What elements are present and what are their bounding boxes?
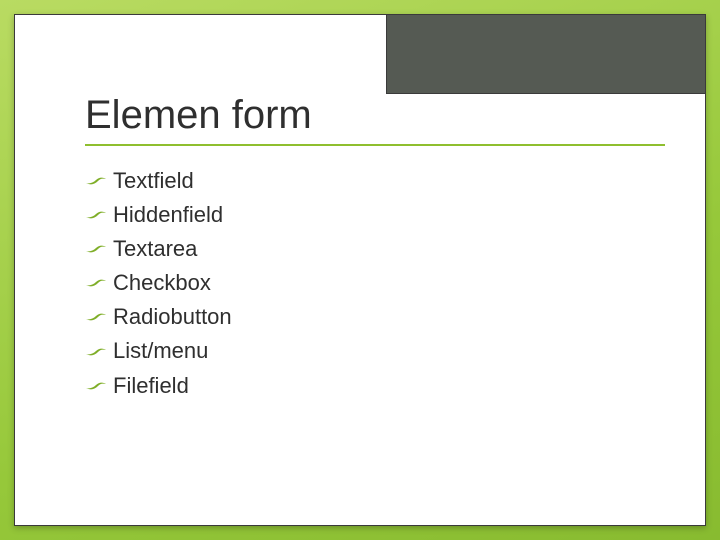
slide-title: Elemen form xyxy=(85,93,665,146)
slide-content: Elemen form Textfield xyxy=(85,93,665,403)
list-item: Checkbox xyxy=(85,266,665,300)
list-item-label: List/menu xyxy=(113,334,208,368)
list-item-label: Hiddenfield xyxy=(113,198,223,232)
swoosh-bullet-icon xyxy=(85,310,107,324)
list-item-label: Filefield xyxy=(113,369,189,403)
list-item-label: Textarea xyxy=(113,232,197,266)
decorative-corner-rect xyxy=(386,14,706,94)
list-item: Filefield xyxy=(85,369,665,403)
list-item: Radiobutton xyxy=(85,300,665,334)
bullet-list: Textfield Hiddenfield xyxy=(85,164,665,403)
list-item-label: Radiobutton xyxy=(113,300,232,334)
swoosh-bullet-icon xyxy=(85,242,107,256)
swoosh-bullet-icon xyxy=(85,345,107,359)
list-item: Textfield xyxy=(85,164,665,198)
list-item: Hiddenfield xyxy=(85,198,665,232)
swoosh-bullet-icon xyxy=(85,174,107,188)
swoosh-bullet-icon xyxy=(85,208,107,222)
list-item: List/menu xyxy=(85,334,665,368)
swoosh-bullet-icon xyxy=(85,379,107,393)
slide-page: Elemen form Textfield xyxy=(14,14,706,526)
list-item-label: Checkbox xyxy=(113,266,211,300)
list-item: Textarea xyxy=(85,232,665,266)
list-item-label: Textfield xyxy=(113,164,194,198)
slide-outer-frame: Elemen form Textfield xyxy=(0,0,720,540)
swoosh-bullet-icon xyxy=(85,276,107,290)
